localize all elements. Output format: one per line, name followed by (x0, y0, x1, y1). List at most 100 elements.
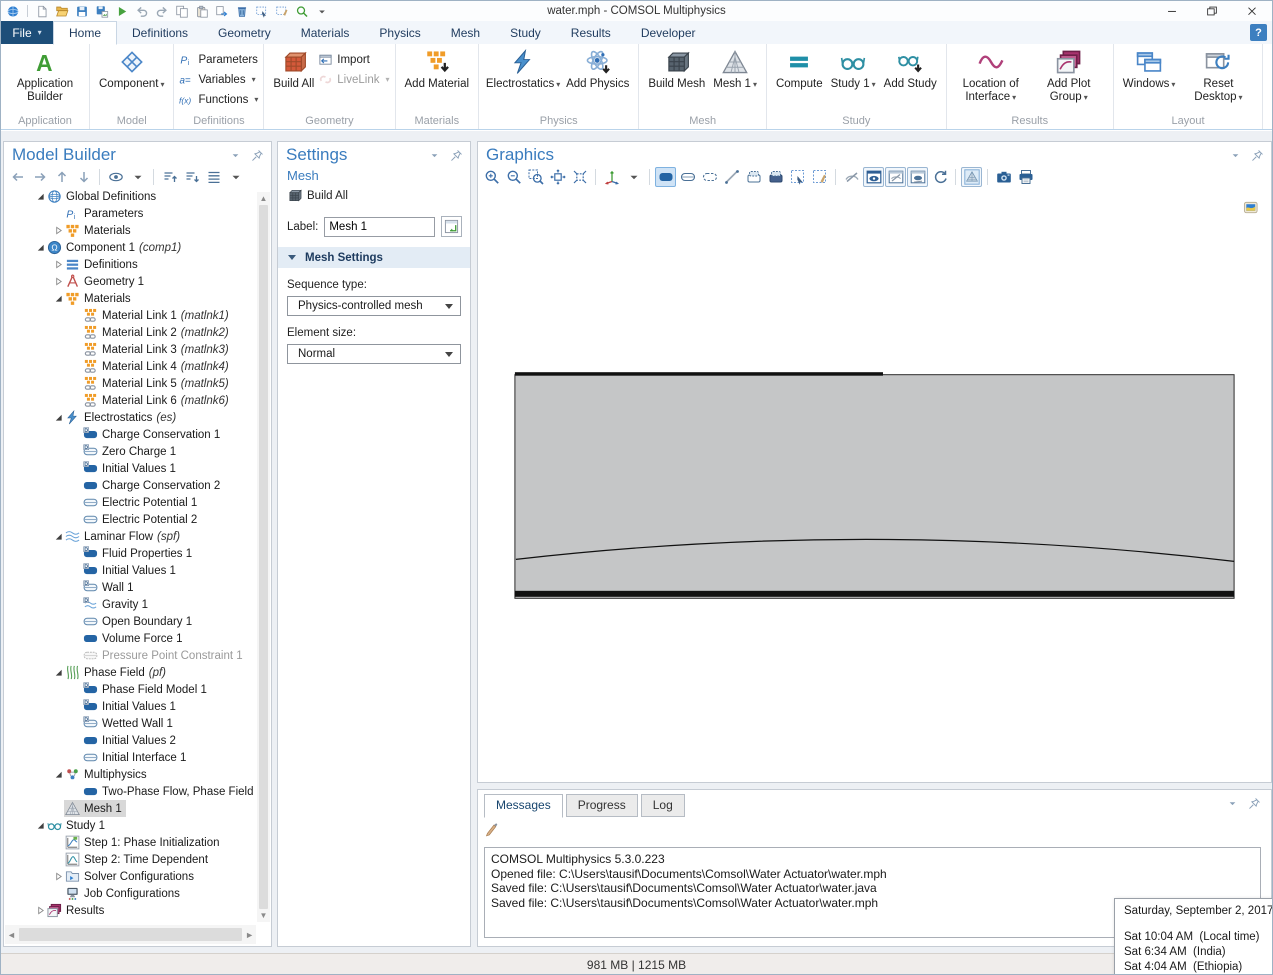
help-button[interactable]: ? (1250, 24, 1267, 41)
select-points-icon[interactable] (721, 167, 742, 187)
electrostatics-button[interactable]: Electrostatics▾ (484, 47, 562, 93)
collapse-all-icon[interactable] (159, 167, 180, 187)
show-icon[interactable] (105, 167, 126, 187)
tree-item-material-link-4[interactable]: Material Link 4(matlnk4) (5, 358, 256, 375)
windows-button[interactable]: Windows▾ (1119, 47, 1180, 93)
forward-icon[interactable] (29, 167, 50, 187)
tree-item-component-1[interactable]: ΩComponent 1(comp1) (5, 239, 256, 256)
add-plot-group-button[interactable]: Add Plot Group▾ (1030, 47, 1108, 106)
tree-item-study-1[interactable]: Study 1 (5, 817, 256, 834)
tree-item-parameters[interactable]: PiParameters (5, 205, 256, 222)
tree-item-two-phase-flow-phase-field[interactable]: Two-Phase Flow, Phase Field (5, 783, 256, 800)
ribbon-tab-developer[interactable]: Developer (626, 21, 711, 44)
horizontal-scrollbar[interactable]: ◄► (5, 925, 256, 944)
application-builder-button[interactable]: AApplication Builder (6, 47, 84, 106)
caret-down-icon[interactable] (623, 167, 644, 187)
reset-hiding-icon[interactable] (929, 167, 950, 187)
expand-arrow-icon[interactable] (53, 225, 64, 236)
select-edges-icon[interactable] (699, 167, 720, 187)
mesh-1-button[interactable]: Mesh 1▾ (709, 47, 761, 93)
panel-menu-icon[interactable] (1226, 797, 1239, 810)
minimize-icon[interactable] (1164, 4, 1180, 18)
panel-menu-icon[interactable] (229, 149, 242, 162)
graphics-canvas[interactable] (479, 192, 1270, 781)
back-icon[interactable] (7, 167, 28, 187)
tree-item-global-definitions[interactable]: Global Definitions (5, 188, 256, 205)
caret-down-icon[interactable] (313, 4, 331, 19)
tree-item-wall-1[interactable]: Wall 1 (5, 579, 256, 596)
tree-item-material-link-3[interactable]: Material Link 3(matlnk3) (5, 341, 256, 358)
new-file-icon[interactable] (33, 4, 51, 19)
snapshot-icon[interactable] (993, 167, 1014, 187)
tree-item-initial-values-1[interactable]: Initial Values 1 (5, 460, 256, 477)
ribbon-tab-study[interactable]: Study (495, 21, 556, 44)
save-image-icon[interactable] (93, 4, 111, 19)
parameters-button[interactable]: PiParameters (179, 51, 258, 68)
zoom-to-selection-icon[interactable] (569, 167, 590, 187)
tree-item-material-link-1[interactable]: Material Link 1(matlnk1) (5, 307, 256, 324)
pin-icon[interactable] (251, 149, 264, 162)
search-icon[interactable] (293, 4, 311, 19)
clear-selection-icon[interactable] (273, 4, 291, 19)
pin-icon[interactable] (1251, 149, 1264, 162)
tree-item-phase-field[interactable]: Phase Field(pf) (5, 664, 256, 681)
add-physics-button[interactable]: Add Physics (562, 47, 633, 93)
reset-desktop-button[interactable]: Reset Desktop▾ (1179, 47, 1257, 106)
expand-arrow-icon[interactable] (53, 871, 64, 882)
tree-item-charge-conservation-2[interactable]: Charge Conservation 2 (5, 477, 256, 494)
expand-arrow-icon[interactable] (35, 905, 46, 916)
rename-button[interactable] (441, 216, 462, 237)
panel-menu-icon[interactable] (1229, 149, 1242, 162)
tab-log[interactable]: Log (641, 794, 685, 817)
element-size-select[interactable]: Normal (287, 344, 461, 364)
undo-icon[interactable] (133, 4, 151, 19)
run-icon[interactable] (113, 4, 131, 19)
expand-arrow-icon[interactable] (53, 259, 64, 270)
build-all-button[interactable]: Build All (269, 47, 318, 93)
tree-item-gravity-1[interactable]: Gravity 1 (5, 596, 256, 613)
deselect-entities-icon[interactable] (809, 167, 830, 187)
tree-item-charge-conservation-1[interactable]: Charge Conservation 1 (5, 426, 256, 443)
add-material-button[interactable]: Add Material (401, 47, 474, 93)
delete-icon[interactable] (233, 4, 251, 19)
zoom-box-icon[interactable] (525, 167, 546, 187)
ribbon-tab-home[interactable]: Home (53, 21, 117, 45)
comsol-icon[interactable] (4, 4, 22, 19)
restore-icon[interactable] (1204, 4, 1220, 18)
copy-icon[interactable] (173, 4, 191, 19)
collapse-arrow-icon[interactable] (35, 242, 46, 253)
build-mesh-button[interactable]: Build Mesh (644, 47, 709, 93)
move-down-icon[interactable] (73, 167, 94, 187)
tree-item-step-1-phase-initialization[interactable]: Step 1: Phase Initialization (5, 834, 256, 851)
label-input[interactable] (324, 217, 435, 237)
location-of-interface-button[interactable]: Location of Interface▾ (952, 47, 1030, 106)
select-boundaries-icon[interactable] (677, 167, 698, 187)
tree-item-definitions[interactable]: Definitions (5, 256, 256, 273)
plot-thumbnail-icon[interactable] (1242, 200, 1260, 215)
collapse-arrow-icon[interactable] (53, 531, 64, 542)
tree-item-materials[interactable]: Materials (5, 222, 256, 239)
open-file-icon[interactable] (53, 4, 71, 19)
expand-all-icon[interactable] (181, 167, 202, 187)
view-orientation-icon[interactable] (601, 167, 622, 187)
tree-item-pressure-point-constraint-1[interactable]: Pressure Point Constraint 1 (5, 647, 256, 664)
close-icon[interactable] (1244, 4, 1260, 18)
node-list-icon[interactable] (203, 167, 224, 187)
select-box-icon[interactable] (253, 4, 271, 19)
ribbon-tab-geometry[interactable]: Geometry (203, 21, 286, 44)
save-icon[interactable] (73, 4, 91, 19)
tree-item-initial-interface-1[interactable]: Initial Interface 1 (5, 749, 256, 766)
tree-item-laminar-flow[interactable]: Laminar Flow(spf) (5, 528, 256, 545)
tree-item-fluid-properties-1[interactable]: Fluid Properties 1 (5, 545, 256, 562)
move-up-icon[interactable] (51, 167, 72, 187)
collapse-arrow-icon[interactable] (53, 769, 64, 780)
ribbon-tab-materials[interactable]: Materials (286, 21, 365, 44)
hide-selected-icon[interactable] (841, 167, 862, 187)
select-box-domains-icon[interactable] (743, 167, 764, 187)
tree-item-electric-potential-2[interactable]: Electric Potential 2 (5, 511, 256, 528)
tree-item-multiphysics[interactable]: Multiphysics (5, 766, 256, 783)
ribbon-tab-physics[interactable]: Physics (364, 21, 435, 44)
view-hidden-icon[interactable] (863, 167, 884, 187)
caret-down-icon[interactable] (225, 167, 246, 187)
ribbon-tab-definitions[interactable]: Definitions (117, 21, 203, 44)
